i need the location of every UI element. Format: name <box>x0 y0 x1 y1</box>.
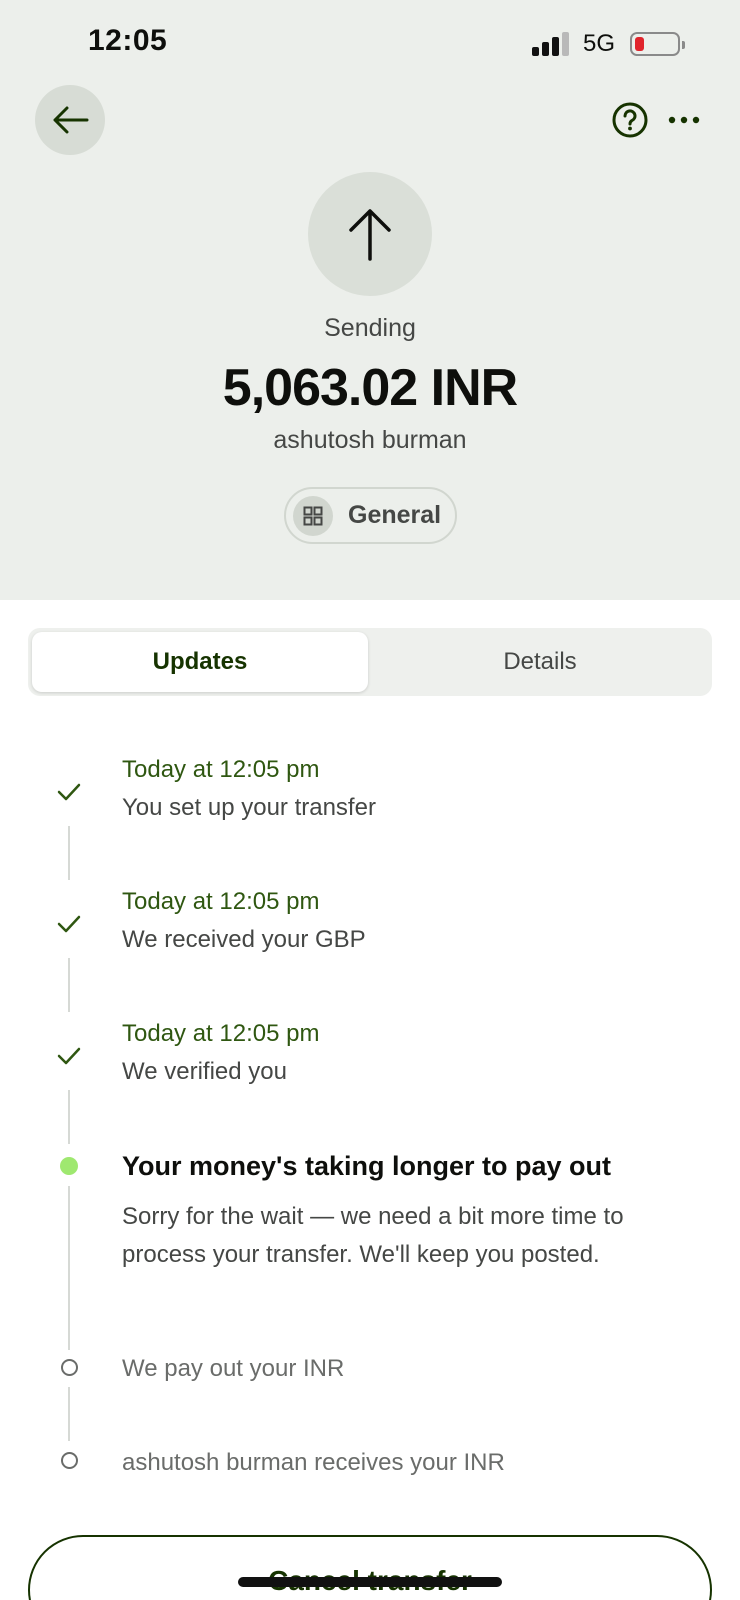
category-chip[interactable]: General <box>284 487 457 544</box>
check-icon <box>57 783 81 801</box>
help-button[interactable] <box>610 100 650 140</box>
check-icon <box>57 915 81 933</box>
step-text: ashutosh burman receives your INR <box>122 1449 505 1476</box>
category-label: General <box>348 501 442 529</box>
pending-step-circle-icon <box>61 1359 78 1376</box>
transfer-header: 12:05 5G Sending 5,063.02 INR ashutosh b… <box>0 0 740 600</box>
timeline-connector <box>68 1186 70 1350</box>
status-time: 12:05 <box>88 24 168 57</box>
step-text: We received your GBP <box>122 926 366 953</box>
more-horizontal-icon <box>668 116 700 124</box>
more-options-button[interactable] <box>664 100 704 140</box>
transfer-direction-badge <box>308 172 432 296</box>
tab-updates[interactable]: Updates <box>32 632 368 692</box>
cellular-signal-icon <box>532 30 572 56</box>
tab-bar: Updates Details <box>28 628 712 696</box>
step-timestamp: Today at 12:05 pm <box>122 888 320 915</box>
step-text: You set up your transfer <box>122 794 376 821</box>
transfer-amount: 5,063.02 INR <box>222 359 518 417</box>
pending-step-circle-icon <box>61 1452 78 1469</box>
arrow-left-icon <box>53 106 89 134</box>
grid-icon <box>293 495 333 536</box>
check-icon <box>57 1047 81 1065</box>
delay-notice-body: Sorry for the wait — we need a bit more … <box>122 1203 624 1268</box>
timeline-connector <box>68 958 70 1012</box>
delay-notice-title: Your money's taking longer to pay out <box>122 1151 611 1181</box>
network-type: 5G <box>583 30 616 57</box>
back-button[interactable] <box>35 85 105 155</box>
step-timestamp: Today at 12:05 pm <box>122 756 320 783</box>
timeline-connector <box>68 826 70 880</box>
cancel-transfer-button[interactable]: Cancel transfer <box>28 1535 712 1600</box>
step-timestamp: Today at 12:05 pm <box>122 1020 320 1047</box>
current-step-dot-icon <box>60 1157 78 1175</box>
timeline-connector <box>68 1387 70 1441</box>
step-text: We pay out your INR <box>122 1355 345 1382</box>
tab-details[interactable]: Details <box>372 632 708 692</box>
home-indicator <box>238 1577 502 1587</box>
arrow-up-icon <box>349 209 391 261</box>
recipient-name: ashutosh burman <box>273 426 467 454</box>
question-circle-icon <box>612 102 648 138</box>
transfer-status-label: Sending <box>324 314 416 342</box>
step-text: We verified you <box>122 1058 287 1085</box>
timeline-connector <box>68 1090 70 1144</box>
battery-icon <box>630 32 685 56</box>
